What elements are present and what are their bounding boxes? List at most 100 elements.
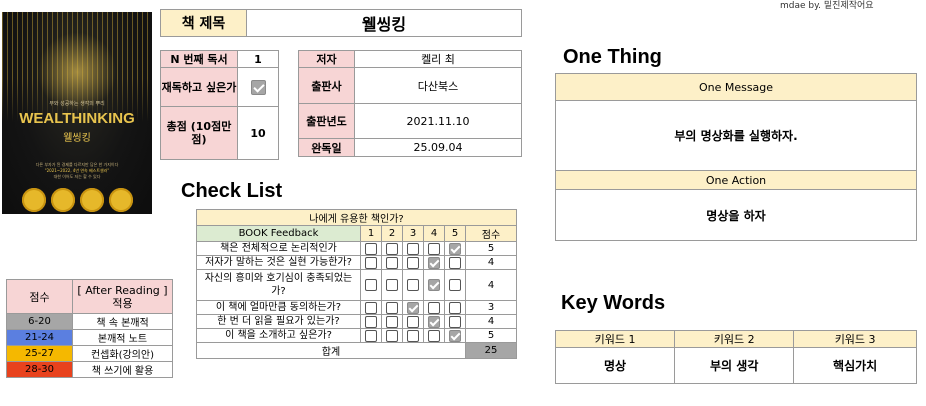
done-value: 25.09.04 <box>354 138 522 157</box>
one-action-value: 명상을 하자 <box>555 189 917 241</box>
legend-row: 6-20 책 속 본깨적 <box>6 313 173 330</box>
cover-ko-title: 웰씽킹 <box>63 133 91 144</box>
rating-checkbox[interactable] <box>386 315 398 328</box>
rating-checkbox[interactable] <box>365 242 377 255</box>
nth-label: N 번째 독서 <box>160 50 238 68</box>
checklist-question-text: 자신의 흥미와 호기심이 충족되었는가? <box>196 269 361 301</box>
rating-checkbox[interactable] <box>365 256 377 269</box>
rating-checkbox[interactable] <box>386 329 398 342</box>
rating-checkbox[interactable] <box>428 242 440 255</box>
checklist-row-score: 4 <box>465 269 517 301</box>
checklist-question: 나에게 유용한 책인가? <box>196 209 517 226</box>
rating-checkbox[interactable] <box>428 256 440 269</box>
checklist-cell <box>423 241 445 256</box>
checklist-row: 저자가 말하는 것은 실현 가능한가? 4 <box>196 255 517 270</box>
checklist-row-score: 4 <box>465 314 517 329</box>
legend-apply-text: 본깨적 노트 <box>72 329 173 346</box>
year-label: 출판년도 <box>298 103 355 139</box>
rating-checkbox[interactable] <box>428 329 440 342</box>
reading-info-table: N 번째 독서 1 재독하고 싶은가 총점 (10점만점) 10 <box>160 50 279 160</box>
rating-checkbox[interactable] <box>449 279 461 291</box>
rating-checkbox[interactable] <box>449 256 461 269</box>
checklist-cell <box>444 328 466 343</box>
legend-range: 6-20 <box>6 313 73 330</box>
col-5: 5 <box>444 225 466 242</box>
title-label: 책 제목 <box>160 9 247 37</box>
legend-apply-text: 책 속 본깨적 <box>72 313 173 330</box>
checklist-cell <box>381 269 403 301</box>
rating-checkbox[interactable] <box>449 242 461 255</box>
checklist-cell <box>402 314 424 329</box>
nth-value: 1 <box>237 50 279 68</box>
checklist-cell <box>402 269 424 301</box>
rating-checkbox[interactable] <box>428 279 440 291</box>
rating-checkbox[interactable] <box>407 315 419 328</box>
rating-checkbox[interactable] <box>449 315 461 328</box>
checklist-cell <box>402 300 424 315</box>
rating-checkbox[interactable] <box>407 329 419 342</box>
credit-text: mdae by. 밑진제작어요 <box>780 1 874 11</box>
rating-checkbox[interactable] <box>428 315 440 328</box>
checklist-cell <box>423 269 445 301</box>
rating-checkbox[interactable] <box>386 301 398 314</box>
key-words-heading: Key Words <box>561 292 666 314</box>
title-value: 웰씽킹 <box>246 9 522 37</box>
rating-checkbox[interactable] <box>449 329 461 342</box>
author-label: 저자 <box>298 50 355 68</box>
year-value: 2021.11.10 <box>354 103 522 139</box>
keyword-1-label: 키워드 1 <box>554 330 676 348</box>
checklist-cell <box>423 314 445 329</box>
checklist-cell <box>402 241 424 256</box>
checklist-question-text: 책은 전체적으로 논리적인가 <box>196 241 361 256</box>
rating-checkbox[interactable] <box>365 301 377 314</box>
checklist-cell <box>360 328 382 343</box>
rating-checkbox[interactable] <box>449 301 461 314</box>
one-message-value: 부의 명상화를 실행하자. <box>555 100 917 171</box>
rating-checkbox[interactable] <box>407 256 419 269</box>
rating-checkbox[interactable] <box>365 329 377 342</box>
reread-checkbox[interactable] <box>250 79 266 95</box>
score-value: 10 <box>237 106 279 160</box>
keyword-3-label: 키워드 3 <box>793 330 917 348</box>
checklist-row: 한 번 더 읽을 필요가 있는가? 4 <box>196 314 517 329</box>
rating-checkbox[interactable] <box>428 301 440 314</box>
key-words-table: 키워드 1 키워드 2 키워드 3 명상 부의 생각 핵심가치 <box>554 330 917 384</box>
total-label: 합계 <box>196 342 466 359</box>
legend-range: 21-24 <box>6 329 73 346</box>
one-thing-table: One Message 부의 명상화를 실행하자. One Action 명상을… <box>555 73 917 241</box>
title-table: 책 제목 웰씽킹 <box>160 9 522 37</box>
checklist-cell <box>444 300 466 315</box>
checklist-cell <box>360 241 382 256</box>
checklist-row-score: 5 <box>465 241 517 256</box>
legend-apply-text: 컨셉화(강의안) <box>72 345 173 362</box>
score-legend-table: 점수 [ After Reading ] 적용 6-20 책 속 본깨적 21-24… <box>6 279 173 378</box>
col-score: 점수 <box>465 225 517 242</box>
rating-checkbox[interactable] <box>386 279 398 291</box>
rating-checkbox[interactable] <box>386 242 398 255</box>
checklist-cell <box>360 269 382 301</box>
rating-checkbox[interactable] <box>407 301 419 314</box>
checklist-row: 자신의 흥미와 호기심이 충족되었는가? 4 <box>196 269 517 301</box>
rating-checkbox[interactable] <box>386 256 398 269</box>
checklist-cell <box>444 255 466 270</box>
checklist-cell <box>360 300 382 315</box>
checklist-cell <box>423 328 445 343</box>
rating-checkbox[interactable] <box>365 279 377 291</box>
cover-badges <box>2 188 152 212</box>
checklist-cell <box>360 255 382 270</box>
rating-checkbox[interactable] <box>365 315 377 328</box>
reread-cell <box>237 67 279 107</box>
rating-checkbox[interactable] <box>407 279 419 291</box>
checklist-cell <box>381 241 403 256</box>
checklist-table: 나에게 유용한 책인가? BOOK Feedback 1 2 3 4 5 점수 … <box>196 209 517 359</box>
legend-range: 25-27 <box>6 345 73 362</box>
publisher-label: 출판사 <box>298 67 355 104</box>
keyword-1-value: 명상 <box>554 347 676 384</box>
rating-checkbox[interactable] <box>407 242 419 255</box>
checklist-question-text: 한 번 더 읽을 필요가 있는가? <box>196 314 361 329</box>
checklist-question-text: 저자가 말하는 것은 실현 가능한가? <box>196 255 361 270</box>
col-2: 2 <box>381 225 403 242</box>
checklist-cell <box>423 255 445 270</box>
cover-top-line: 부와 성공하는 생각의 뿌리 <box>49 101 105 107</box>
checklist-row: 이 책에 얼마만큼 동의하는가? 3 <box>196 300 517 315</box>
